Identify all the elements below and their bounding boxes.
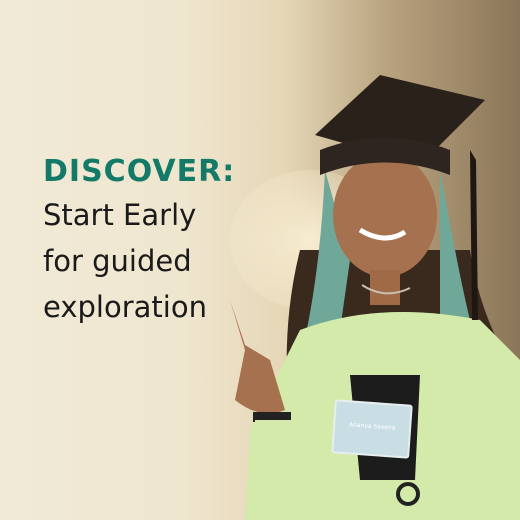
name-badge: Ananya Saxena — [331, 399, 413, 459]
tagline-line-2: for guided — [43, 244, 192, 278]
tagline-line-3: exploration — [43, 290, 207, 324]
headline: DISCOVER: — [43, 154, 236, 189]
tagline-line-1: Start Early — [43, 198, 197, 232]
badge-name: Ananya Saxena — [348, 421, 396, 432]
